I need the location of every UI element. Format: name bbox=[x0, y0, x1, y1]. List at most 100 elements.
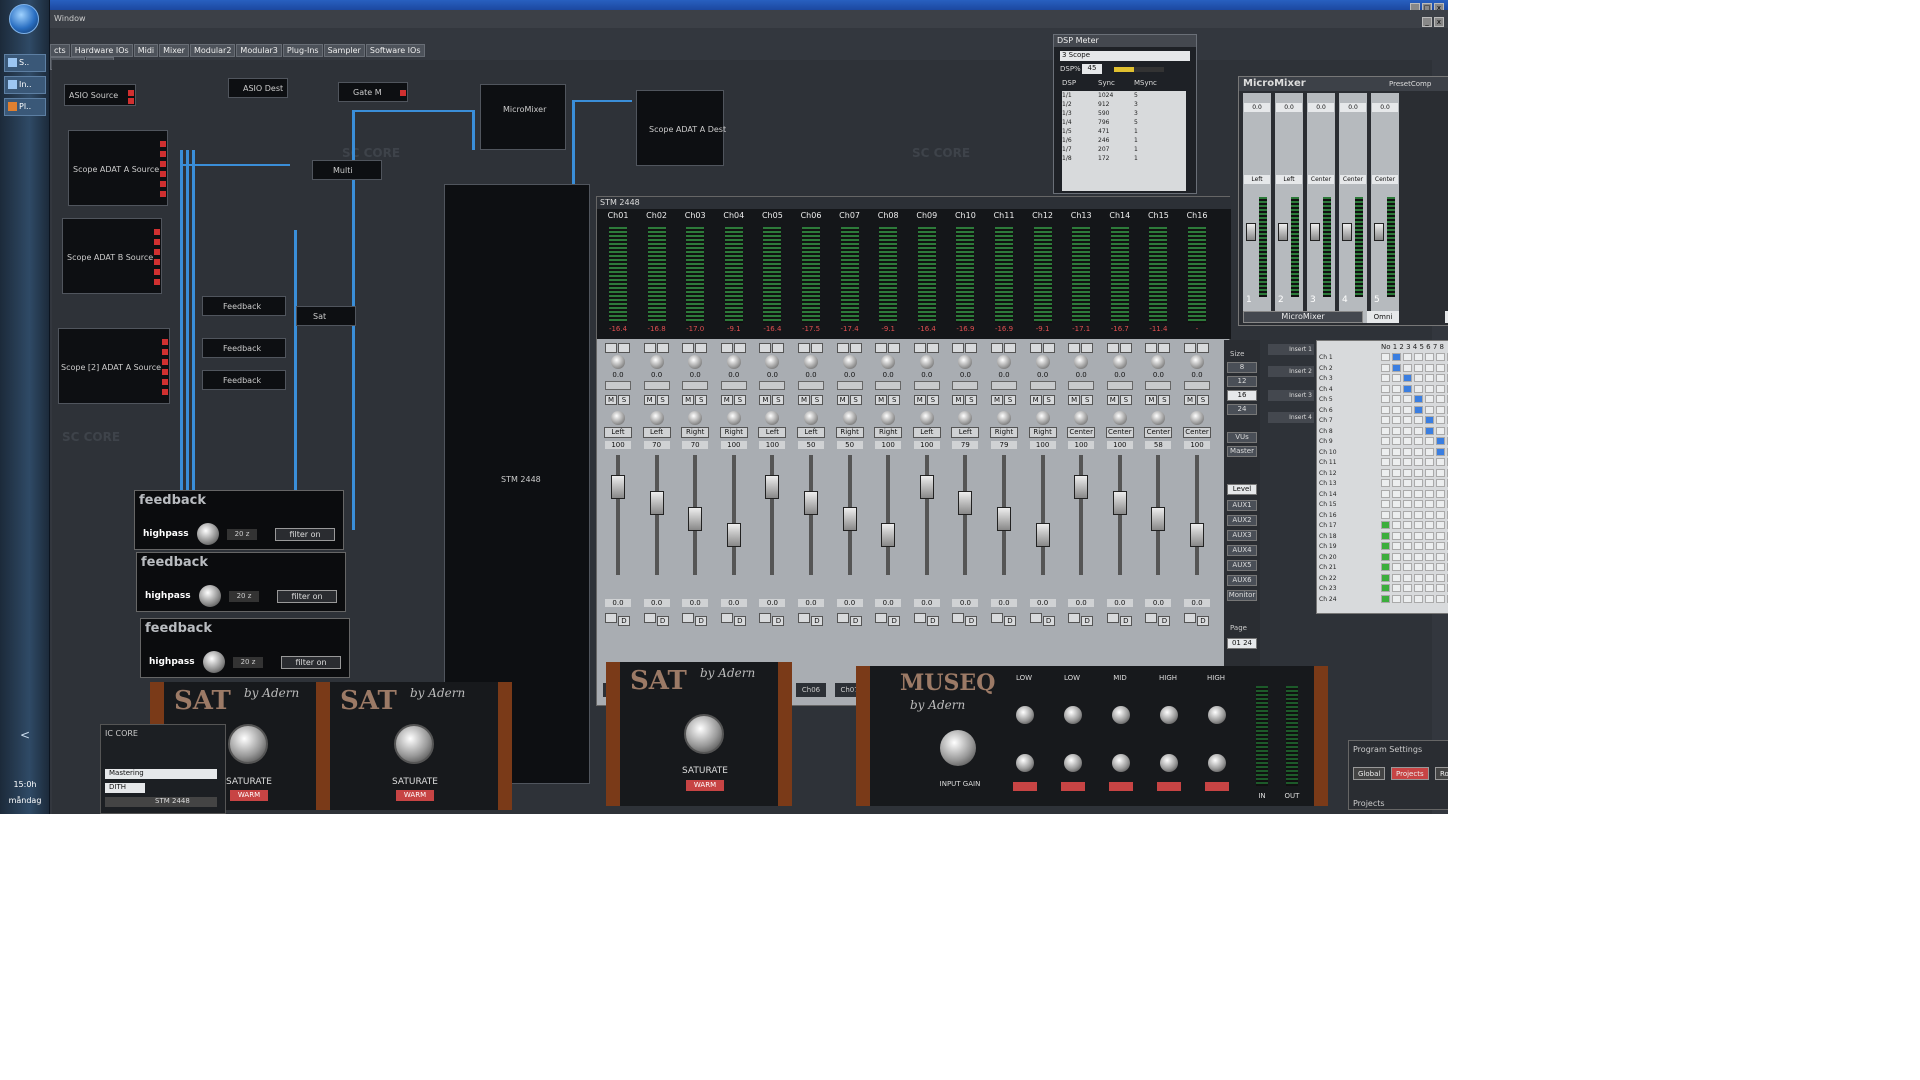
menu-item[interactable]: Midi bbox=[133, 44, 159, 57]
routing-cell[interactable] bbox=[1392, 437, 1401, 445]
menu-item[interactable]: Mixer bbox=[159, 44, 189, 57]
routing-cell[interactable] bbox=[1414, 426, 1423, 435]
io-button[interactable] bbox=[759, 613, 772, 623]
io-button[interactable]: D bbox=[888, 616, 901, 626]
input-select-button[interactable] bbox=[811, 343, 823, 353]
solo-button[interactable]: S bbox=[926, 395, 939, 405]
routing-cell[interactable] bbox=[1414, 468, 1423, 477]
menu-item[interactable]: Sampler bbox=[323, 44, 365, 57]
routing-cell[interactable] bbox=[1425, 563, 1434, 571]
pan-knob[interactable] bbox=[1112, 411, 1127, 425]
channel-fader[interactable] bbox=[1190, 523, 1204, 547]
io-button[interactable]: D bbox=[849, 616, 862, 626]
routing-cell[interactable] bbox=[1381, 426, 1390, 435]
solo-button[interactable]: S bbox=[733, 395, 746, 405]
routing-cell[interactable] bbox=[1447, 405, 1448, 414]
routing-cell[interactable] bbox=[1447, 447, 1448, 456]
io-button[interactable] bbox=[720, 613, 733, 623]
input-select-button[interactable] bbox=[952, 343, 965, 353]
output-port[interactable] bbox=[160, 181, 166, 187]
routing-cell[interactable] bbox=[1392, 405, 1401, 414]
routing-cell[interactable] bbox=[1392, 510, 1401, 519]
io-button[interactable] bbox=[991, 613, 1003, 623]
routing-cell[interactable] bbox=[1425, 384, 1434, 393]
routing-cell[interactable] bbox=[1425, 405, 1434, 414]
gain-knob[interactable] bbox=[997, 355, 1011, 369]
size-24-button[interactable]: 24 bbox=[1227, 404, 1257, 415]
solo-button[interactable]: S bbox=[1081, 395, 1094, 405]
routing-cell[interactable] bbox=[1414, 374, 1423, 382]
menu-item[interactable]: Modular3 bbox=[236, 44, 282, 57]
output-port[interactable] bbox=[128, 98, 134, 104]
routing-cell[interactable] bbox=[1425, 510, 1434, 519]
routing-cell[interactable] bbox=[1436, 510, 1445, 519]
io-button[interactable] bbox=[643, 613, 656, 623]
routing-cell[interactable] bbox=[1381, 384, 1390, 393]
solo-button[interactable]: S bbox=[695, 395, 708, 405]
highpass-knob[interactable] bbox=[199, 585, 221, 607]
io-button[interactable] bbox=[1029, 613, 1042, 623]
routing-cell[interactable] bbox=[1447, 531, 1448, 540]
routing-cell[interactable] bbox=[1436, 458, 1445, 466]
tray-clock[interactable]: 15:0h bbox=[2, 780, 48, 790]
routing-cell[interactable] bbox=[1414, 594, 1423, 603]
solo-button[interactable]: S bbox=[849, 395, 862, 405]
routing-cell[interactable] bbox=[1392, 552, 1401, 561]
input-select-button[interactable] bbox=[798, 343, 810, 353]
minimize-button[interactable]: _ bbox=[1422, 17, 1432, 27]
routing-cell[interactable] bbox=[1425, 416, 1434, 424]
routing-cell[interactable] bbox=[1392, 542, 1401, 550]
output-port[interactable] bbox=[154, 259, 160, 265]
aux5-button[interactable]: AUX5 bbox=[1227, 560, 1257, 571]
pan-knob[interactable] bbox=[842, 411, 857, 425]
routing-cell[interactable] bbox=[1414, 395, 1423, 403]
pan-knob[interactable] bbox=[881, 411, 896, 425]
pan-knob[interactable] bbox=[726, 411, 741, 425]
input-select-button[interactable] bbox=[1184, 343, 1196, 353]
pan-knob[interactable] bbox=[688, 411, 703, 425]
adat-dest-module[interactable]: Scope ADAT A Dest bbox=[636, 90, 726, 166]
routing-cell[interactable] bbox=[1414, 542, 1423, 550]
band-switch[interactable] bbox=[1157, 782, 1181, 791]
eq-gain-knob[interactable] bbox=[1016, 754, 1034, 772]
routing-cell[interactable] bbox=[1447, 468, 1448, 477]
routing-cell[interactable] bbox=[1436, 521, 1445, 529]
routing-cell[interactable] bbox=[1436, 384, 1445, 393]
mute-button[interactable]: M bbox=[991, 395, 1003, 405]
routing-cell[interactable] bbox=[1436, 573, 1445, 582]
routing-cell[interactable] bbox=[1392, 395, 1401, 403]
routing-cell[interactable] bbox=[1381, 500, 1390, 508]
routing-cell[interactable] bbox=[1436, 395, 1445, 403]
routing-cell[interactable] bbox=[1392, 531, 1401, 540]
saturate-knob[interactable] bbox=[394, 724, 434, 764]
monitor-button[interactable]: Monitor bbox=[1227, 590, 1257, 601]
routing-cell[interactable] bbox=[1425, 447, 1434, 456]
filter-on-button[interactable]: filter on bbox=[275, 528, 335, 541]
io-button[interactable]: D bbox=[926, 616, 939, 626]
routing-cell[interactable] bbox=[1403, 395, 1412, 403]
channel-fader[interactable] bbox=[1035, 523, 1050, 547]
routing-cell[interactable] bbox=[1403, 563, 1412, 571]
project-item[interactable]: Mastering bbox=[105, 769, 217, 779]
stereo-button[interactable] bbox=[913, 381, 940, 390]
size-16-button[interactable]: 16 bbox=[1227, 390, 1257, 401]
project-item[interactable]: DITH bbox=[105, 783, 145, 793]
aux4-button[interactable]: AUX4 bbox=[1227, 545, 1257, 556]
insert-4[interactable]: Insert 4 bbox=[1268, 412, 1314, 423]
solo-button[interactable]: S bbox=[656, 395, 669, 405]
routing-cell[interactable] bbox=[1381, 374, 1390, 382]
routing-cell[interactable] bbox=[1403, 426, 1412, 435]
routing-cell[interactable] bbox=[1403, 531, 1412, 540]
mute-button[interactable]: M bbox=[913, 395, 926, 405]
input-select-button[interactable] bbox=[849, 343, 862, 353]
io-button[interactable] bbox=[682, 613, 695, 623]
aux3-button[interactable]: AUX3 bbox=[1227, 530, 1257, 541]
taskbar-button-2[interactable]: In.. bbox=[4, 76, 46, 94]
routing-cell[interactable] bbox=[1381, 521, 1390, 529]
routing-cell[interactable] bbox=[1414, 584, 1423, 592]
channel-fader[interactable] bbox=[997, 507, 1011, 531]
channel-fader[interactable] bbox=[842, 507, 857, 531]
channel-fader[interactable] bbox=[958, 491, 973, 515]
gain-knob[interactable] bbox=[1074, 355, 1089, 369]
routing-cell[interactable] bbox=[1403, 458, 1412, 466]
